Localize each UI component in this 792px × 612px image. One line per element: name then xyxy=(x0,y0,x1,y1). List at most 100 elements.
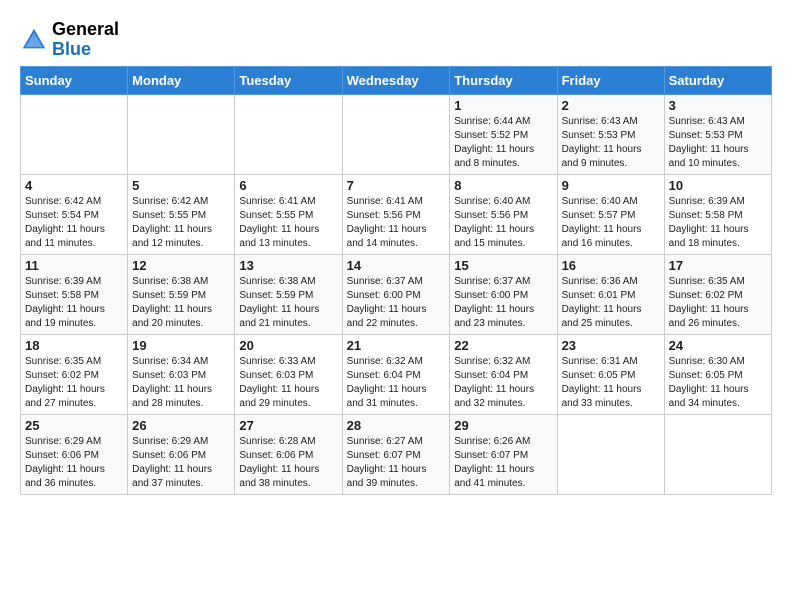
day-number: 24 xyxy=(669,338,767,353)
day-info: Sunrise: 6:38 AM Sunset: 5:59 PM Dayligh… xyxy=(239,275,337,331)
day-info: Sunrise: 6:37 AM Sunset: 6:00 PM Dayligh… xyxy=(454,275,552,331)
day-number: 27 xyxy=(239,418,337,433)
day-info: Sunrise: 6:34 AM Sunset: 6:03 PM Dayligh… xyxy=(132,355,230,411)
day-number: 26 xyxy=(132,418,230,433)
day-number: 15 xyxy=(454,258,552,273)
day-number: 3 xyxy=(669,98,767,113)
calendar-cell: 3Sunrise: 6:43 AM Sunset: 5:53 PM Daylig… xyxy=(664,94,771,174)
calendar-cell: 26 Sunrise: 6:29 AM Sunset: 6:06 PM Dayli… xyxy=(128,414,235,494)
day-info: Sunrise: 6:41 AM Sunset: 5:56 PM Dayligh… xyxy=(347,195,446,251)
day-number: 22 xyxy=(454,338,552,353)
weekday-header-tuesday: Tuesday xyxy=(235,66,342,94)
calendar-cell: 28 Sunrise: 6:27 AM Sunset: 6:07 PM Dayli… xyxy=(342,414,450,494)
calendar-cell: 27 Sunrise: 6:28 AM Sunset: 6:06 PM Dayli… xyxy=(235,414,342,494)
weekday-header-sunday: Sunday xyxy=(21,66,128,94)
calendar-cell: 13 Sunrise: 6:38 AM Sunset: 5:59 PM Dayli… xyxy=(235,254,342,334)
day-number: 25 xyxy=(25,418,123,433)
calendar-week-1: 1Sunrise: 6:44 AM Sunset: 5:52 PM Daylig… xyxy=(21,94,772,174)
calendar-cell: 1Sunrise: 6:44 AM Sunset: 5:52 PM Daylig… xyxy=(450,94,557,174)
day-info: Sunrise: 6:32 AM Sunset: 6:04 PM Dayligh… xyxy=(347,355,446,411)
calendar-cell xyxy=(664,414,771,494)
day-info: Sunrise: 6:44 AM Sunset: 5:52 PM Dayligh… xyxy=(454,115,552,171)
day-info: Sunrise: 6:36 AM Sunset: 6:01 PM Dayligh… xyxy=(562,275,660,331)
calendar-cell: 9 Sunrise: 6:40 AM Sunset: 5:57 PM Daylig… xyxy=(557,174,664,254)
weekday-header-wednesday: Wednesday xyxy=(342,66,450,94)
calendar-cell: 25Sunrise: 6:29 AM Sunset: 6:06 PM Dayli… xyxy=(21,414,128,494)
day-number: 2 xyxy=(562,98,660,113)
calendar-cell: 17Sunrise: 6:35 AM Sunset: 6:02 PM Dayli… xyxy=(664,254,771,334)
page-header: General Blue xyxy=(20,20,772,60)
day-info: Sunrise: 6:40 AM Sunset: 5:57 PM Dayligh… xyxy=(562,195,660,251)
day-info: Sunrise: 6:28 AM Sunset: 6:06 PM Dayligh… xyxy=(239,435,337,491)
calendar-week-2: 4 Sunrise: 6:42 AM Sunset: 5:54 PM Daylig… xyxy=(21,174,772,254)
calendar-cell: 4 Sunrise: 6:42 AM Sunset: 5:54 PM Daylig… xyxy=(21,174,128,254)
logo-general-text: General xyxy=(52,19,119,39)
calendar-cell: 22 Sunrise: 6:32 AM Sunset: 6:04 PM Dayli… xyxy=(450,334,557,414)
calendar-cell: 10 Sunrise: 6:39 AM Sunset: 5:58 PM Dayli… xyxy=(664,174,771,254)
calendar-week-3: 11 Sunrise: 6:39 AM Sunset: 5:58 PM Dayli… xyxy=(21,254,772,334)
calendar-cell: 19 Sunrise: 6:34 AM Sunset: 6:03 PM Dayli… xyxy=(128,334,235,414)
day-info: Sunrise: 6:27 AM Sunset: 6:07 PM Dayligh… xyxy=(347,435,446,491)
calendar-cell: 7Sunrise: 6:41 AM Sunset: 5:56 PM Daylig… xyxy=(342,174,450,254)
weekday-header-thursday: Thursday xyxy=(450,66,557,94)
day-number: 14 xyxy=(347,258,446,273)
day-number: 17 xyxy=(669,258,767,273)
day-number: 29 xyxy=(454,418,552,433)
calendar-cell: 24 Sunrise: 6:30 AM Sunset: 6:05 PM Dayli… xyxy=(664,334,771,414)
day-info: Sunrise: 6:42 AM Sunset: 5:54 PM Dayligh… xyxy=(25,195,123,251)
day-number: 12 xyxy=(132,258,230,273)
weekday-header-friday: Friday xyxy=(557,66,664,94)
calendar-cell: 5 Sunrise: 6:42 AM Sunset: 5:55 PM Daylig… xyxy=(128,174,235,254)
calendar-cell: 11 Sunrise: 6:39 AM Sunset: 5:58 PM Dayli… xyxy=(21,254,128,334)
day-number: 5 xyxy=(132,178,230,193)
day-info: Sunrise: 6:33 AM Sunset: 6:03 PM Dayligh… xyxy=(239,355,337,411)
day-info: Sunrise: 6:42 AM Sunset: 5:55 PM Dayligh… xyxy=(132,195,230,251)
calendar-cell xyxy=(557,414,664,494)
weekday-header-saturday: Saturday xyxy=(664,66,771,94)
day-info: Sunrise: 6:37 AM Sunset: 6:00 PM Dayligh… xyxy=(347,275,446,331)
day-info: Sunrise: 6:30 AM Sunset: 6:05 PM Dayligh… xyxy=(669,355,767,411)
calendar-cell: 16 Sunrise: 6:36 AM Sunset: 6:01 PM Dayli… xyxy=(557,254,664,334)
day-number: 16 xyxy=(562,258,660,273)
day-number: 20 xyxy=(239,338,337,353)
calendar-cell: 14 Sunrise: 6:37 AM Sunset: 6:00 PM Dayli… xyxy=(342,254,450,334)
logo-blue-text: Blue xyxy=(52,39,91,59)
calendar-cell xyxy=(342,94,450,174)
day-number: 21 xyxy=(347,338,446,353)
day-number: 11 xyxy=(25,258,123,273)
calendar-cell: 23Sunrise: 6:31 AM Sunset: 6:05 PM Dayli… xyxy=(557,334,664,414)
day-info: Sunrise: 6:39 AM Sunset: 5:58 PM Dayligh… xyxy=(669,195,767,251)
logo: General Blue xyxy=(20,20,119,60)
calendar-cell: 18Sunrise: 6:35 AM Sunset: 6:02 PM Dayli… xyxy=(21,334,128,414)
day-info: Sunrise: 6:39 AM Sunset: 5:58 PM Dayligh… xyxy=(25,275,123,331)
calendar-week-4: 18Sunrise: 6:35 AM Sunset: 6:02 PM Dayli… xyxy=(21,334,772,414)
weekday-header-row: SundayMondayTuesdayWednesdayThursdayFrid… xyxy=(21,66,772,94)
day-number: 4 xyxy=(25,178,123,193)
day-number: 28 xyxy=(347,418,446,433)
calendar-cell: 15 Sunrise: 6:37 AM Sunset: 6:00 PM Dayli… xyxy=(450,254,557,334)
day-info: Sunrise: 6:43 AM Sunset: 5:53 PM Dayligh… xyxy=(562,115,660,171)
day-number: 6 xyxy=(239,178,337,193)
day-info: Sunrise: 6:40 AM Sunset: 5:56 PM Dayligh… xyxy=(454,195,552,251)
day-info: Sunrise: 6:38 AM Sunset: 5:59 PM Dayligh… xyxy=(132,275,230,331)
weekday-header-monday: Monday xyxy=(128,66,235,94)
calendar-cell: 6 Sunrise: 6:41 AM Sunset: 5:55 PM Daylig… xyxy=(235,174,342,254)
day-info: Sunrise: 6:31 AM Sunset: 6:05 PM Dayligh… xyxy=(562,355,660,411)
logo-icon xyxy=(20,26,48,54)
day-info: Sunrise: 6:32 AM Sunset: 6:04 PM Dayligh… xyxy=(454,355,552,411)
calendar-week-5: 25 Sunrise: 6:29 AM Sunset: 6:06 PM Dayli… xyxy=(21,414,772,494)
calendar-cell: 29 Sunrise: 6:26 AM Sunset: 6:07 PM Dayli… xyxy=(450,414,557,494)
calendar-cell: 8 Sunrise: 6:40 AM Sunset: 5:56 PM Daylig… xyxy=(450,174,557,254)
day-info: Sunrise: 6:29 AM Sunset: 6:06 PM Dayligh… xyxy=(132,435,230,491)
calendar-cell: 20 Sunrise: 6:33 AM Sunset: 6:03 PM Dayli… xyxy=(235,334,342,414)
day-info: Sunrise: 6:26 AM Sunset: 6:07 PM Dayligh… xyxy=(454,435,552,491)
day-info: Sunrise: 6:41 AM Sunset: 5:55 PM Dayligh… xyxy=(239,195,337,251)
day-number: 9 xyxy=(562,178,660,193)
day-number: 10 xyxy=(669,178,767,193)
day-number: 8 xyxy=(454,178,552,193)
day-number: 19 xyxy=(132,338,230,353)
day-number: 18 xyxy=(25,338,123,353)
calendar-cell xyxy=(128,94,235,174)
calendar-cell: 12 Sunrise: 6:38 AM Sunset: 5:59 PM Dayli… xyxy=(128,254,235,334)
day-number: 13 xyxy=(239,258,337,273)
